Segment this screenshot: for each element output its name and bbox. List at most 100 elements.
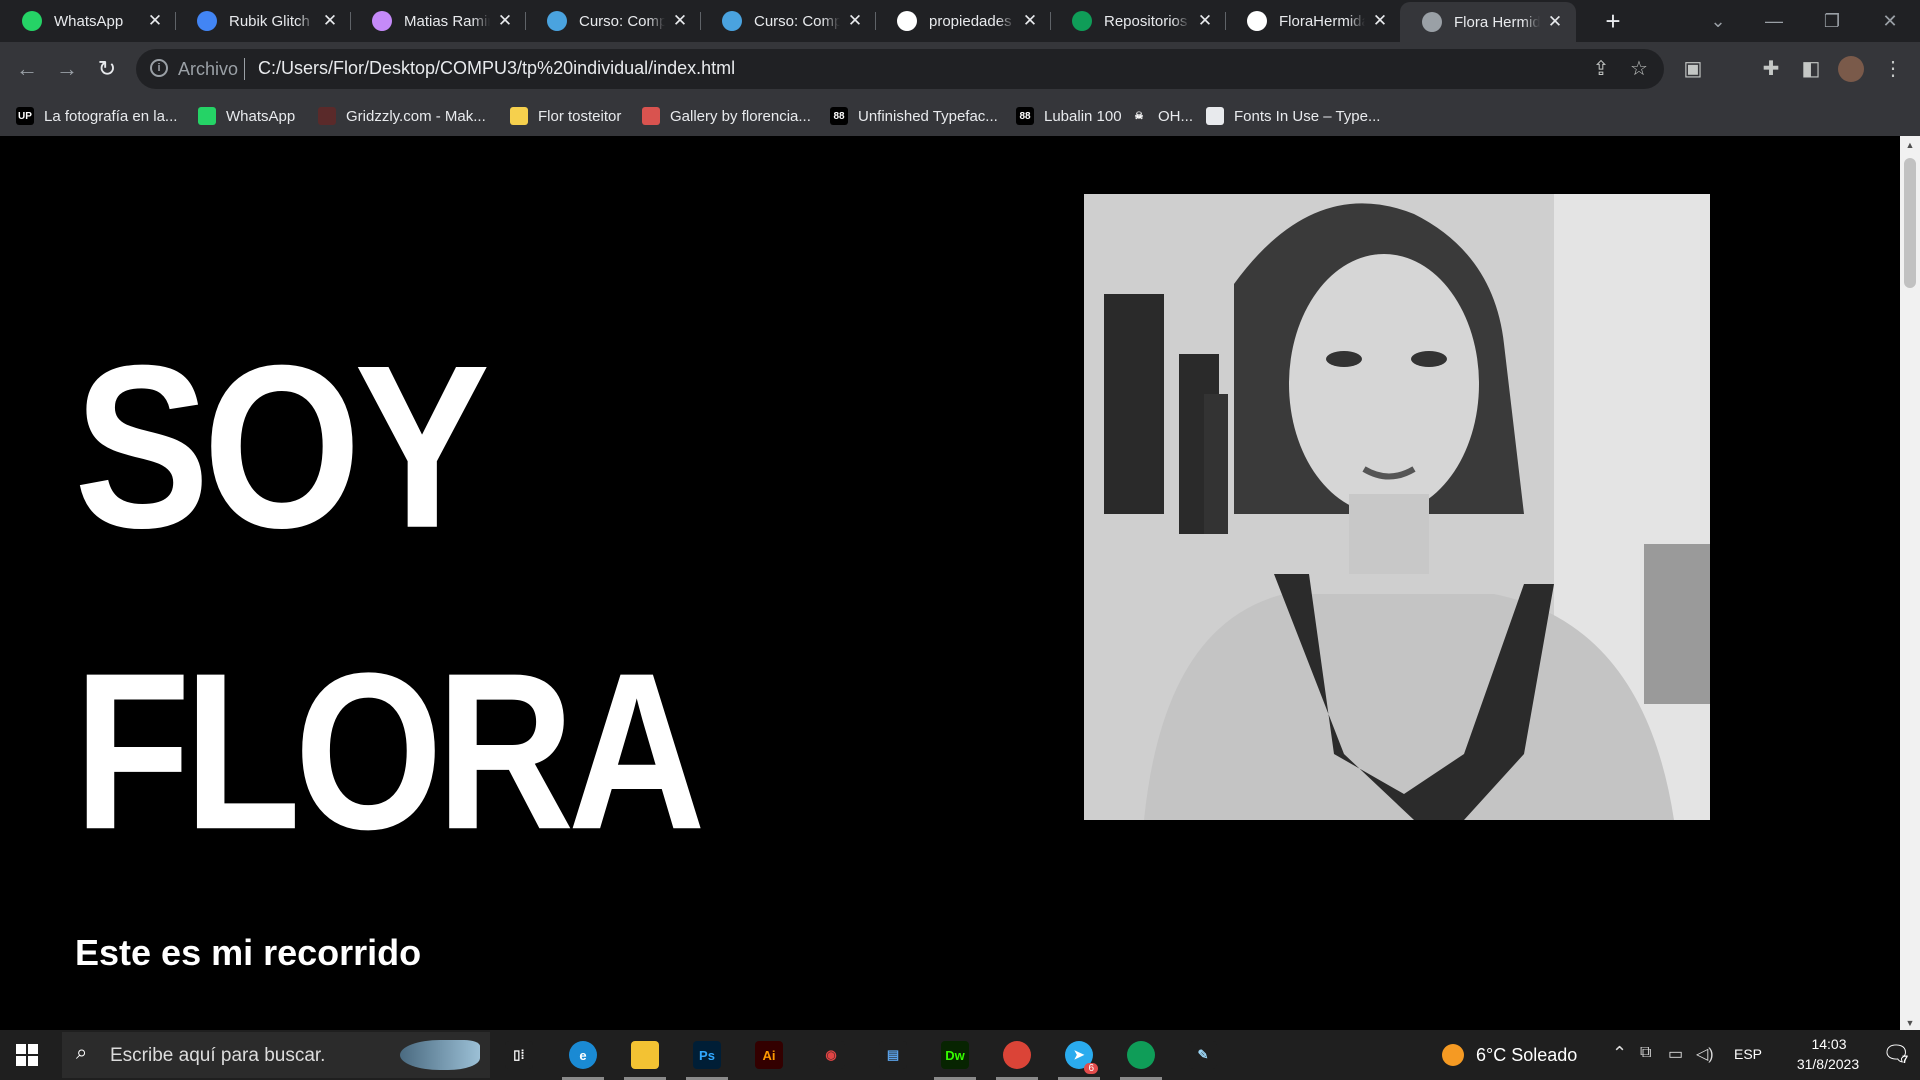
taskbar-app-edge[interactable]: e xyxy=(560,1036,606,1080)
close-tab-icon[interactable]: ✕ xyxy=(321,11,339,31)
tab-title: FloraHermida/ xyxy=(1279,12,1365,30)
google-icon xyxy=(897,11,917,31)
info-icon[interactable]: i xyxy=(150,59,168,77)
tab-5[interactable]: propiedades css ✕ xyxy=(875,0,1051,42)
whatsapp-icon xyxy=(22,11,42,31)
tab-title: WhatsApp xyxy=(54,12,124,30)
page-scrollbar[interactable]: ▲ ▼ xyxy=(1900,136,1920,1030)
scroll-down-arrow[interactable]: ▼ xyxy=(1904,1018,1916,1028)
google-fonts-icon xyxy=(197,11,217,31)
tab-title: Rubik Glitch - Google Fonts xyxy=(229,12,315,30)
taskbar-app-task-view[interactable]: ▯⁞ xyxy=(496,1036,542,1074)
web-page: SOY FLORA Este es mi recorrido xyxy=(0,136,1900,1030)
profile-avatar[interactable] xyxy=(1838,56,1864,82)
close-window-button[interactable]: ✕ xyxy=(1870,6,1910,36)
close-tab-icon[interactable]: ✕ xyxy=(1021,11,1039,31)
weather-text[interactable]: 6°C Soleado xyxy=(1476,1045,1577,1066)
tab-0[interactable]: WhatsApp ✕ xyxy=(0,0,176,42)
close-tab-icon[interactable]: ✕ xyxy=(1546,12,1564,32)
chrome-icon xyxy=(1127,1041,1155,1069)
bookmark-0[interactable]: UP La fotografía en la... xyxy=(16,104,177,128)
bookmark-5[interactable]: 88 Unfinished Typefac... xyxy=(830,104,998,128)
windows-start-icon[interactable] xyxy=(16,1044,38,1066)
meet-icon[interactable]: ⧉ xyxy=(1640,1044,1651,1062)
clock-date[interactable]: 31/8/2023 xyxy=(1778,1056,1878,1072)
moodle-icon xyxy=(547,11,567,31)
taskbar-app-snip-tool[interactable]: ✎ xyxy=(1180,1036,1226,1074)
network-icon[interactable]: ▭ xyxy=(1668,1044,1683,1064)
bookmark-8[interactable]: Fonts In Use – Type... xyxy=(1206,104,1380,128)
whatsapp-icon xyxy=(198,107,216,125)
close-tab-icon[interactable]: ✕ xyxy=(846,11,864,31)
globe-icon xyxy=(1422,12,1442,32)
photoshop-icon: Ps xyxy=(693,1041,721,1069)
scrollbar-thumb[interactable] xyxy=(1904,158,1916,288)
tab-2[interactable]: Matias Ramirez ✕ xyxy=(350,0,526,42)
reload-button[interactable]: ↻ xyxy=(92,54,122,84)
new-tab-button[interactable]: + xyxy=(1598,6,1628,36)
extensions-puzzle-icon[interactable]: ✚ xyxy=(1756,54,1786,84)
clock-time[interactable]: 14:03 xyxy=(1794,1036,1864,1052)
bookmark-3[interactable]: Flor tosteitor xyxy=(510,104,621,128)
tab-4[interactable]: Curso: Computación ✕ xyxy=(700,0,876,42)
tab-title: Repositorios individuales xyxy=(1104,12,1190,30)
folder-icon xyxy=(510,107,528,125)
hero-heading-line1: SOY xyxy=(74,317,490,578)
bookmark-1[interactable]: WhatsApp xyxy=(198,104,295,128)
tab-7[interactable]: FloraHermida/ ✕ xyxy=(1225,0,1401,42)
ai-icon xyxy=(372,11,392,31)
menu-kebab-icon[interactable]: ⋮ xyxy=(1878,54,1908,84)
back-button[interactable]: ← xyxy=(12,54,42,84)
taskbar-app-file-explorer[interactable] xyxy=(622,1036,668,1080)
tab-8[interactable]: Flora Hermida ✕ xyxy=(1400,2,1576,42)
close-tab-icon[interactable]: ✕ xyxy=(1371,11,1389,31)
bookmark-4[interactable]: Gallery by florencia... xyxy=(642,104,811,128)
taskbar-app-chrome[interactable] xyxy=(1118,1036,1164,1080)
volume-icon[interactable]: ◁) xyxy=(1696,1044,1714,1064)
bookmark-star-icon[interactable]: ☆ xyxy=(1624,54,1654,84)
hero-heading-line2: FLORA xyxy=(74,627,706,877)
moodle-icon xyxy=(722,11,742,31)
forward-button[interactable]: → xyxy=(52,54,82,84)
sheets-icon xyxy=(1072,11,1092,31)
minimize-button[interactable]: — xyxy=(1754,6,1794,36)
taskbar-app-chrome-profile[interactable] xyxy=(994,1036,1040,1080)
close-tab-icon[interactable]: ✕ xyxy=(671,11,689,31)
bookmark-6[interactable]: 88 Lubalin 100 xyxy=(1016,104,1122,128)
taskbar-search-box[interactable]: ⌕ Escribe aquí para buscar. xyxy=(62,1032,490,1078)
side-panel-icon[interactable]: ◧ xyxy=(1796,54,1826,84)
address-bar[interactable]: i Archivo C:/Users/Flor/Desktop/COMPU3/t… xyxy=(136,49,1664,89)
app-badge: 6 xyxy=(1084,1063,1098,1074)
fonts-in-use-icon xyxy=(1206,107,1224,125)
bookmark-7[interactable]: ☠ OH... xyxy=(1130,104,1193,128)
notifications-count: 7 xyxy=(1902,1054,1909,1066)
portrait-photo xyxy=(1084,194,1710,820)
bookmark-2[interactable]: Gridzzly.com - Mak... xyxy=(318,104,486,128)
tray-chevron-icon[interactable]: ⌃ xyxy=(1612,1043,1627,1064)
tab-title: Curso: Computación xyxy=(754,12,840,30)
restore-button[interactable]: ❐ xyxy=(1812,6,1852,36)
address-url[interactable]: C:/Users/Flor/Desktop/COMPU3/tp%20indivi… xyxy=(258,58,735,79)
close-tab-icon[interactable]: ✕ xyxy=(146,11,164,31)
tab-3[interactable]: Curso: Computación ✕ xyxy=(525,0,701,42)
taskbar-app-telegram[interactable]: ➤ 6 xyxy=(1056,1036,1102,1080)
tab-1[interactable]: Rubik Glitch - Google Fonts ✕ xyxy=(175,0,351,42)
tab-title: Curso: Computación xyxy=(579,12,665,30)
taskbar-app-dreamweaver[interactable]: Dw xyxy=(932,1036,978,1080)
davinci-icon: ◉ xyxy=(817,1041,845,1069)
scroll-up-arrow[interactable]: ▲ xyxy=(1904,140,1916,150)
taskbar-app-davinci[interactable]: ◉ xyxy=(808,1036,854,1074)
grid-icon: 88 xyxy=(830,107,848,125)
share-icon[interactable]: ⇪ xyxy=(1586,54,1616,84)
close-tab-icon[interactable]: ✕ xyxy=(496,11,514,31)
bookmark-label: Gridzzly.com - Mak... xyxy=(346,107,486,125)
taskbar-app-notepad-app[interactable]: ▤ xyxy=(870,1036,916,1074)
tab-strip: WhatsApp✕Rubik Glitch - Google Fonts✕Mat… xyxy=(0,0,1920,42)
tab-search-icon[interactable]: ⌄ xyxy=(1698,6,1738,36)
extension-icon[interactable]: ▣ xyxy=(1678,54,1708,84)
language-indicator[interactable]: ESP xyxy=(1734,1046,1762,1062)
taskbar-app-illustrator[interactable]: Ai xyxy=(746,1036,792,1074)
close-tab-icon[interactable]: ✕ xyxy=(1196,11,1214,31)
taskbar-app-photoshop[interactable]: Ps xyxy=(684,1036,730,1080)
tab-6[interactable]: Repositorios individuales ✕ xyxy=(1050,0,1226,42)
